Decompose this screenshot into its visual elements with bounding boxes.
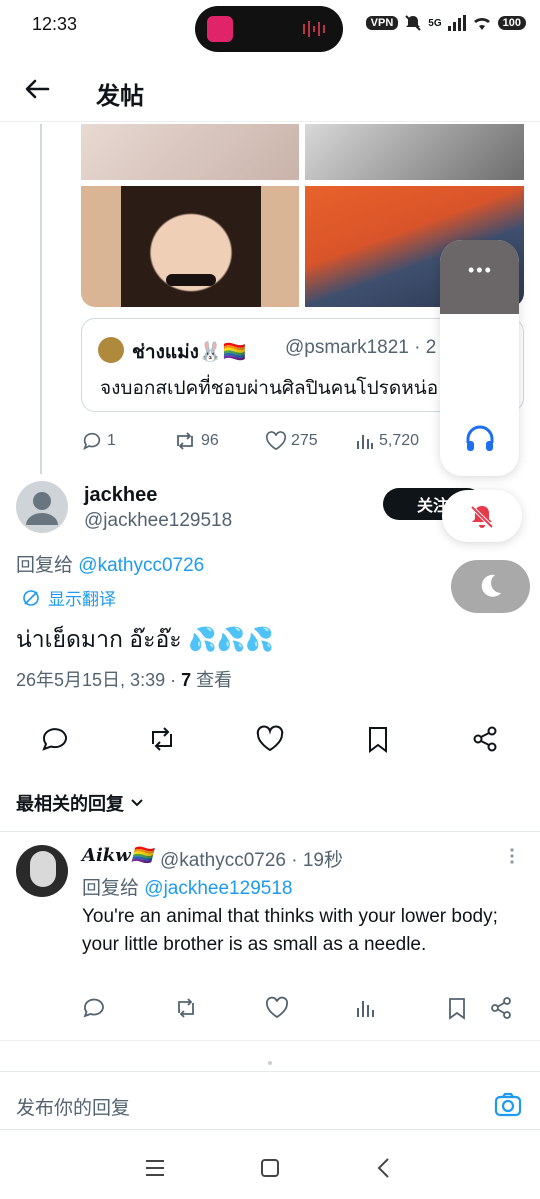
repost-icon[interactable] [147,724,177,754]
chevron-down-icon [131,799,143,807]
headphones-icon[interactable] [464,423,496,455]
more-dots-icon: ••• [468,260,493,280]
like-count: 275 [291,432,318,449]
translate-link[interactable]: 显示翻译 [22,585,116,610]
repost-action[interactable]: 96 [173,428,265,454]
quoted-text: จงบอกสเปคที่ชอบผ่านศิลปินคนโปรดหน่อ [100,378,439,399]
media-photo-1[interactable] [81,124,299,180]
heart-icon[interactable] [265,996,289,1020]
post-action-bar [0,720,540,760]
replying-to: 回复给 @kathycc0726 [16,550,204,577]
audio-wave-icon [303,21,325,37]
reply-replying-to: 回复给 @jackhee129518 [82,873,292,900]
post-text: น่าเย็ดมาก อ๊ะอ๊ะ 💦💦💦 [16,626,274,652]
dynamic-island[interactable] [195,6,343,52]
bookmark-icon[interactable] [363,724,393,754]
page-title: 发帖 [96,83,144,110]
mute-bell-icon [405,15,422,31]
floating-panel-header[interactable]: ••• [440,240,519,314]
bookmark-icon[interactable] [445,996,469,1020]
composer-divider [0,1071,540,1072]
divider [0,1040,540,1041]
heart-icon[interactable] [255,724,285,754]
status-icons: VPN 5G 100 [365,14,526,32]
status-bar: 12:33 VPN 5G 100 [0,0,540,52]
reply-action-bar [82,996,522,1024]
quoted-avatar[interactable] [98,337,124,363]
home-icon[interactable] [259,1157,281,1179]
sort-label: 最相关的回复 [16,794,124,814]
thread-connector-line [40,124,42,474]
views-count: 5,720 [379,432,420,449]
menu-icon[interactable] [144,1158,166,1178]
reply-action[interactable]: 1 [81,428,173,454]
parent-action-bar: 1 96 275 5,720 [81,428,461,454]
reply-prefix: 回复给 [82,878,145,899]
like-action[interactable]: 275 [265,428,355,454]
share-icon[interactable] [489,996,513,1020]
view-count: 7 [181,670,192,690]
reply-to-handle[interactable]: @jackhee129518 [144,878,292,899]
bell-off-icon [470,505,494,529]
repost-icon [177,432,193,450]
replies-sort-dropdown[interactable]: 最相关的回复 [16,790,144,816]
reply-icon [83,432,101,451]
media-photo-3[interactable] [81,186,299,307]
vpn-badge: VPN [365,16,399,30]
translate-label: 显示翻译 [48,590,116,609]
reply-text: You're an animal that thinks with your l… [82,906,498,955]
post-meta: 26年5月15日, 3:39 · 7 查看 [16,666,232,692]
repost-count: 96 [201,432,219,449]
quoted-author-handle: @psmark1821 · 2 [285,337,437,358]
author-name[interactable]: jackhee [84,484,157,507]
composer-bottom-divider [0,1129,540,1130]
floating-control-panel: ••• [440,240,519,476]
divider [0,831,540,832]
scroll-dot [268,1061,272,1065]
post-timestamp: 26年5月15日, 3:39 · [16,670,182,690]
status-time: 12:33 [32,14,78,34]
views-label: 查看 [191,670,233,690]
reply-to-handle[interactable]: @kathycc0726 [78,555,204,576]
top-bar: 发帖 [0,60,540,122]
camera-icon[interactable] [494,1091,522,1119]
views-chart-icon[interactable] [354,996,378,1020]
reply-composer-input[interactable]: 发布你的回复 [16,1093,130,1120]
battery-indicator: 100 [497,16,526,30]
author-handle[interactable]: @jackhee129518 [84,510,232,532]
reply-icon[interactable] [40,724,70,754]
wifi-icon [473,17,490,30]
default-avatar-icon [26,492,58,525]
reply-count: 1 [107,432,116,449]
views-chart-icon [357,435,373,449]
media-photo-2[interactable] [305,124,524,180]
share-icon[interactable] [470,724,500,754]
heart-icon [265,431,287,451]
reply-author-handle[interactable]: @kathycc0726 · 19秒 [160,845,343,872]
reply-prefix: 回复给 [16,555,79,576]
author-avatar[interactable] [16,481,68,533]
reply-author-name[interactable]: 𝑨𝒊𝒌𝒘🏳️‍🌈 [82,845,153,866]
repost-icon[interactable] [174,996,198,1020]
reply-icon[interactable] [82,996,106,1020]
network-type: 5G [428,17,442,29]
back-arrow-icon[interactable] [22,74,52,104]
signal-icon [447,15,466,31]
back-icon[interactable] [374,1156,394,1180]
translate-globe-icon [23,589,39,606]
reply-author-avatar[interactable] [16,845,68,897]
moon-icon [481,574,501,597]
more-options-icon[interactable] [504,846,520,866]
music-app-icon [207,16,233,42]
system-nav-bar [0,1150,540,1190]
dark-mode-toggle[interactable] [451,560,530,613]
mute-toggle-button[interactable] [442,490,522,542]
quoted-author-name: ช่างแม่ง🐰🏳️‍🌈 [132,342,247,363]
